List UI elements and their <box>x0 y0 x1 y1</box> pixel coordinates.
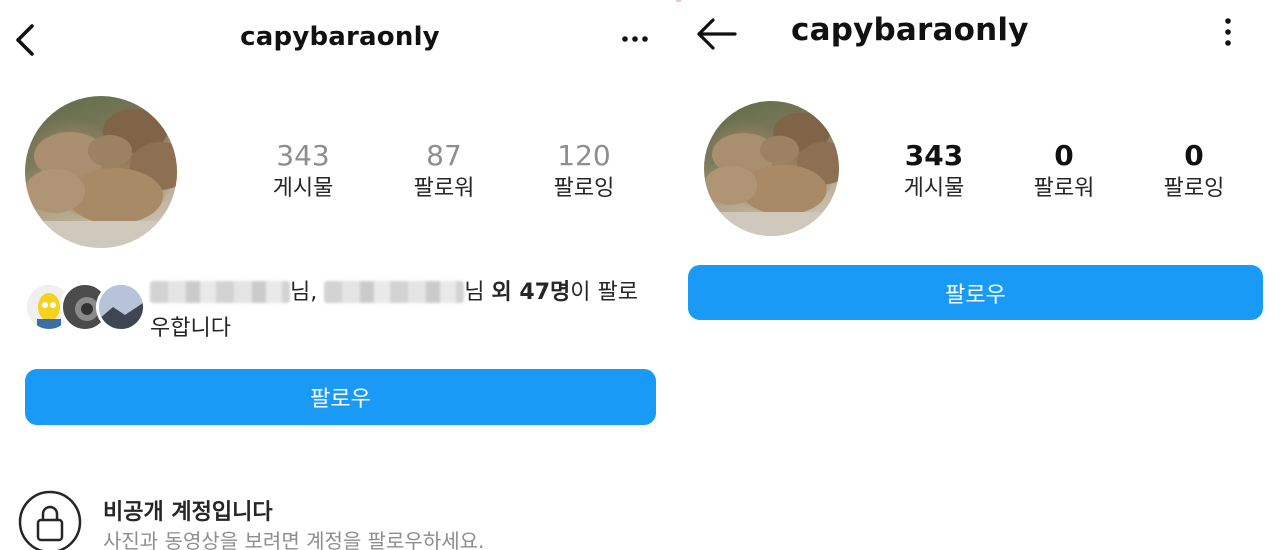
more-vertical-icon <box>1225 18 1231 46</box>
private-account-title: 비공개 계정입니다 <box>103 500 273 525</box>
followed-by-others: 외 47명 <box>491 280 571 305</box>
back-button[interactable] <box>10 20 40 60</box>
stat-followers-label-right: 팔로워 <box>1033 176 1095 201</box>
profile-avatar-right[interactable] <box>704 101 839 236</box>
back-button-right[interactable] <box>695 16 739 52</box>
follow-button[interactable]: 팔로우 <box>25 369 656 425</box>
stat-posts-label-right: 게시물 <box>903 176 965 201</box>
stat-followers-label: 팔로워 <box>413 176 475 201</box>
chevron-left-icon <box>16 24 34 56</box>
followed-by-tail: 이 팔로 <box>570 280 638 305</box>
capybara-photo <box>25 109 177 248</box>
more-options-button[interactable] <box>616 22 656 52</box>
stat-posts[interactable]: 343 게시물 <box>243 142 363 202</box>
private-account-subtitle: 사진과 동영상을 보려면 계정을 팔로우하세요. <box>103 529 485 550</box>
stat-followers[interactable]: 87 팔로워 <box>384 142 504 202</box>
private-lock-badge <box>18 490 82 550</box>
profile-avatar[interactable] <box>25 96 177 248</box>
profile-username-right: capybaraonly <box>791 12 1029 48</box>
stat-followers-right[interactable]: 0 팔로워 <box>1004 142 1124 202</box>
followed-by-suffix-1: 님, <box>290 280 318 305</box>
follow-button-right[interactable]: 팔로우 <box>688 265 1263 320</box>
redacted-name-2 <box>324 281 465 303</box>
right-profile-screen: capybaraonly 343 게시물 0 팔로워 0 팔로잉 팔로우 <box>681 0 1280 550</box>
stat-following[interactable]: 120 팔로잉 <box>524 142 644 202</box>
more-horizontal-icon <box>622 36 648 42</box>
followed-by-suffix-2: 님 <box>464 280 485 305</box>
redacted-name-1 <box>150 281 290 303</box>
lock-icon <box>18 490 82 550</box>
arrow-left-icon <box>697 18 737 50</box>
stat-following-label-right: 팔로잉 <box>1163 176 1225 201</box>
stat-followers-value: 87 <box>426 139 462 172</box>
stat-posts-value-right: 343 <box>904 139 964 172</box>
stat-posts-label: 게시물 <box>272 176 334 201</box>
profile-username: capybaraonly <box>240 22 440 52</box>
mutual-follower-avatars[interactable] <box>24 282 146 336</box>
capybara-photo-right <box>704 112 839 236</box>
left-profile-screen: capybaraonly 343 게시물 87 팔로워 120 팔로잉 님, 님… <box>0 0 676 550</box>
followed-by-text[interactable]: 님, 님 외 47명이 팔로 우합니다 <box>150 275 660 347</box>
stat-posts-right[interactable]: 343 게시물 <box>874 142 994 202</box>
stat-following-value-right: 0 <box>1184 139 1204 172</box>
stat-following-label: 팔로잉 <box>553 176 615 201</box>
stat-followers-value-right: 0 <box>1054 139 1074 172</box>
mutual-avatar-3 <box>96 282 146 332</box>
stat-posts-value: 343 <box>276 139 330 172</box>
more-options-button-right[interactable] <box>1216 16 1240 50</box>
stat-following-right[interactable]: 0 팔로잉 <box>1134 142 1254 202</box>
followed-by-line2: 우합니다 <box>150 316 231 341</box>
stat-following-value: 120 <box>557 139 611 172</box>
